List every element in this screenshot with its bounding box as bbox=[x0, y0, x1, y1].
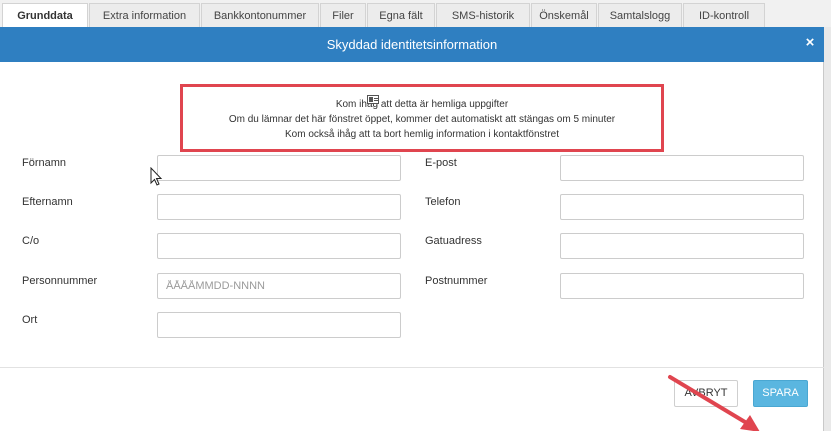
background-edge bbox=[824, 27, 831, 431]
notice-line-3: Kom också ihåg att ta bort hemlig inform… bbox=[284, 129, 560, 140]
ort-field[interactable] bbox=[157, 312, 401, 338]
postnummer-field[interactable] bbox=[560, 273, 804, 299]
tab-bar: Grunddata Extra information Bankkontonum… bbox=[0, 0, 831, 29]
epost-field[interactable] bbox=[560, 155, 804, 181]
annotation-arrow-icon bbox=[668, 375, 760, 431]
epost-label: E-post bbox=[425, 157, 457, 169]
modal-header: Skyddad identitetsinformation × bbox=[0, 27, 824, 62]
postnummer-label: Postnummer bbox=[425, 275, 488, 287]
co-label: C/o bbox=[22, 235, 40, 247]
fornamn-field[interactable] bbox=[157, 155, 401, 181]
mouse-cursor-icon bbox=[150, 167, 163, 186]
telefon-label: Telefon bbox=[425, 196, 461, 208]
personnummer-field[interactable] bbox=[157, 273, 401, 299]
efternamn-field[interactable] bbox=[157, 194, 401, 220]
tab-samtalslogg[interactable]: Samtalslogg bbox=[598, 3, 682, 28]
tab-bankkontonummer[interactable]: Bankkontonummer bbox=[201, 3, 319, 28]
tab-extra-information[interactable]: Extra information bbox=[89, 3, 200, 28]
modal-body: Kom ihåg att detta är hemliga uppgifter … bbox=[0, 62, 824, 431]
notice-line-2: Om du lämnar det här fönstret öppet, kom… bbox=[228, 114, 616, 125]
ort-label: Ort bbox=[22, 314, 38, 326]
fornamn-label: Förnamn bbox=[22, 157, 67, 169]
tab-filer[interactable]: Filer bbox=[320, 3, 366, 28]
gatuadress-field[interactable] bbox=[560, 233, 804, 259]
tab-id-kontroll[interactable]: ID-kontroll bbox=[683, 3, 765, 28]
id-card-icon bbox=[367, 95, 379, 104]
close-icon[interactable]: × bbox=[802, 35, 818, 51]
gatuadress-label: Gatuadress bbox=[425, 235, 482, 247]
telefon-field[interactable] bbox=[560, 194, 804, 220]
tab-sms-historik[interactable]: SMS-historik bbox=[436, 3, 530, 28]
co-field[interactable] bbox=[157, 233, 401, 259]
tab-egna-falt[interactable]: Egna fält bbox=[367, 3, 435, 28]
security-notice: Kom ihåg att detta är hemliga uppgifter … bbox=[180, 84, 664, 152]
notice-line-1: Kom ihåg att detta är hemliga uppgifter bbox=[335, 99, 509, 110]
tab-grunddata[interactable]: Grunddata bbox=[2, 3, 88, 29]
efternamn-label: Efternamn bbox=[22, 196, 73, 208]
modal-title: Skyddad identitetsinformation bbox=[326, 37, 498, 52]
tab-onskemal[interactable]: Önskemål bbox=[531, 3, 597, 28]
personnummer-label: Personnummer bbox=[22, 275, 98, 287]
